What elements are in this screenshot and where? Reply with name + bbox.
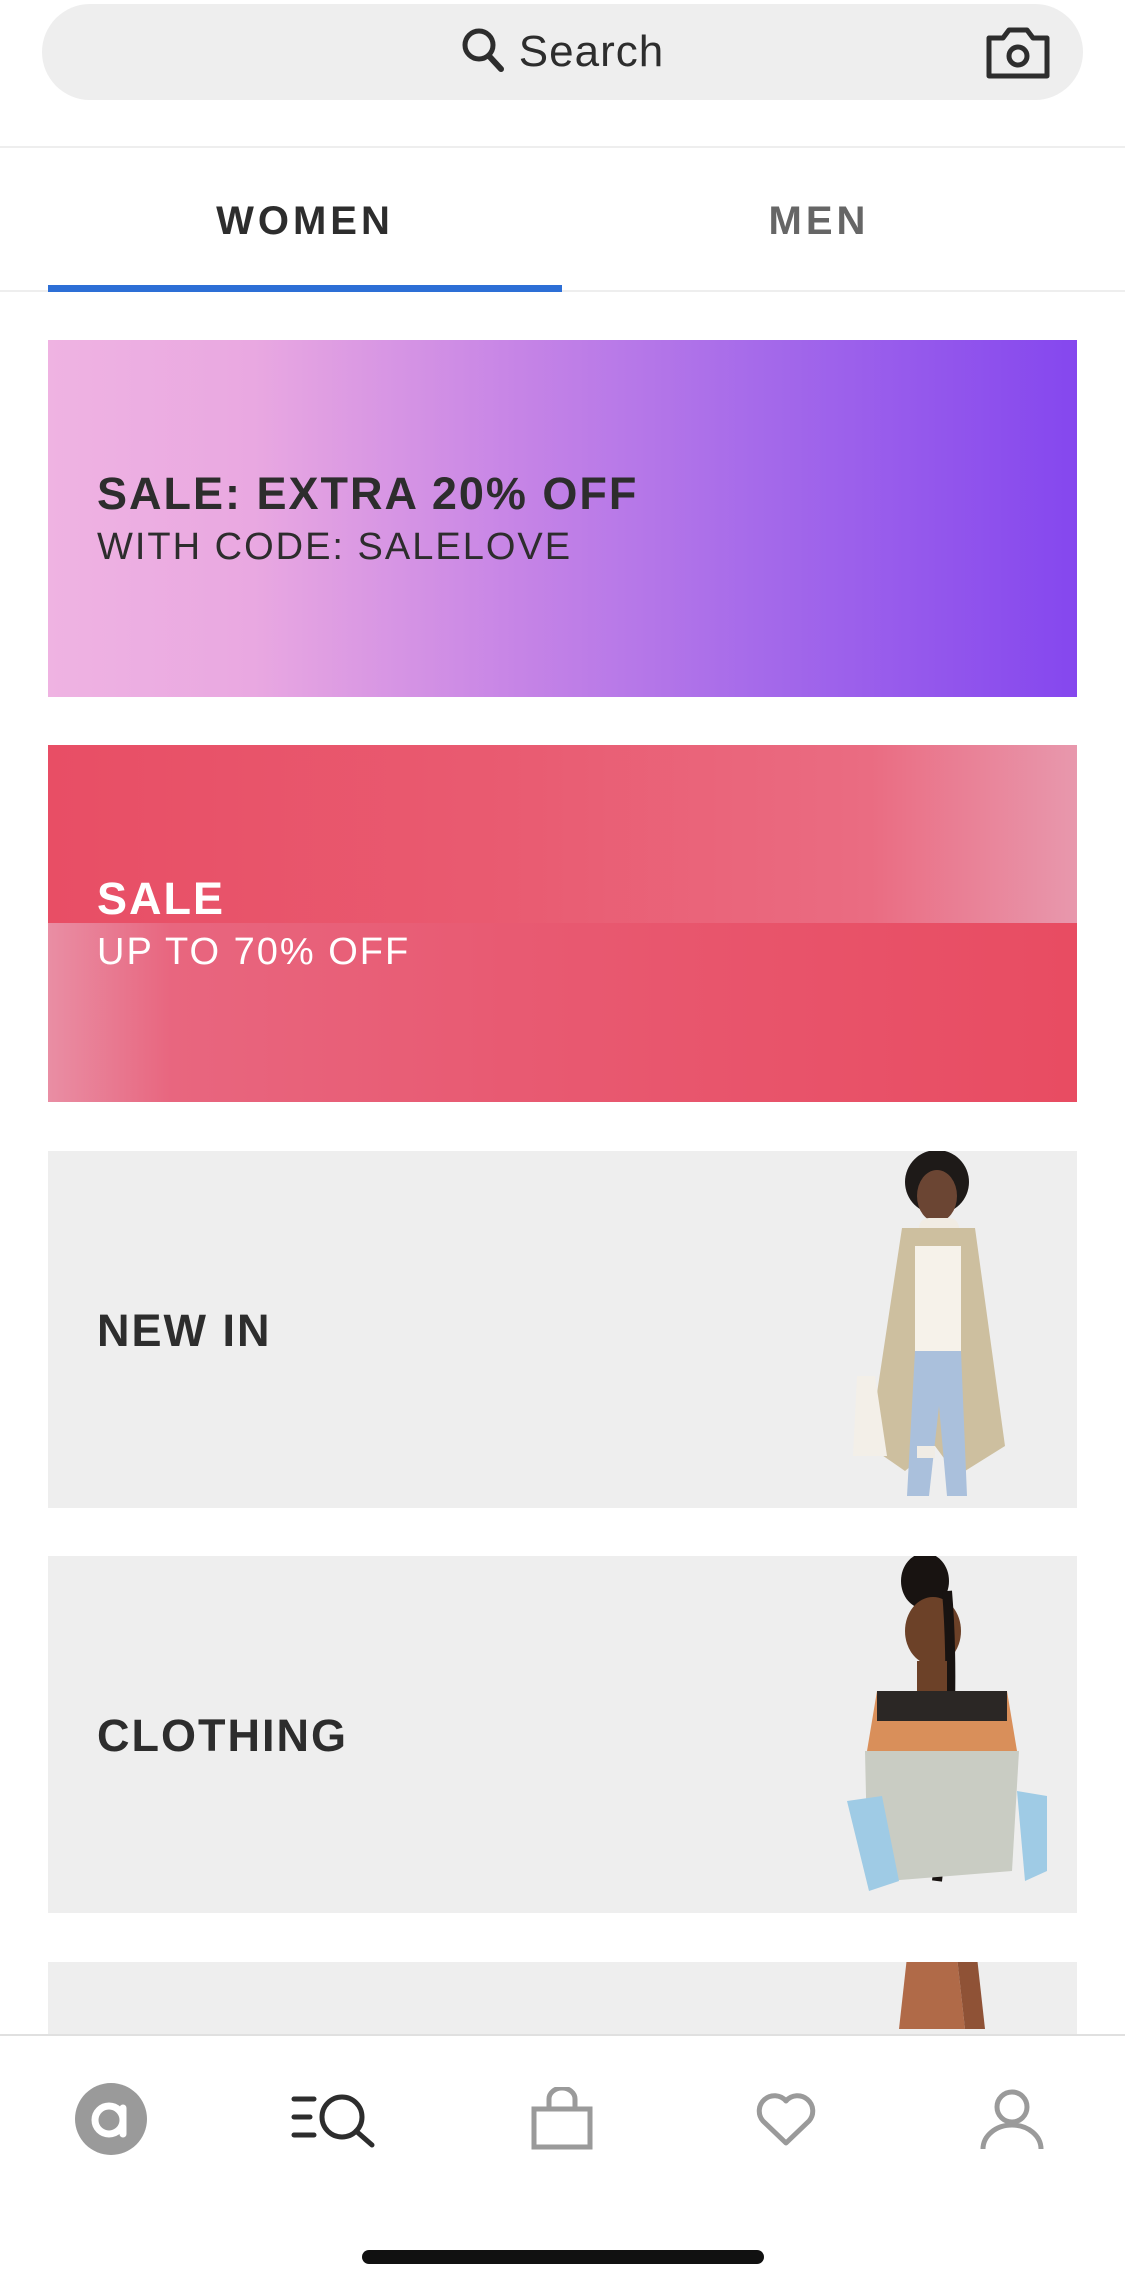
banner-title: NEW IN <box>97 1305 272 1356</box>
banner-extra-sale[interactable]: SALE: EXTRA 20% OFF WITH CODE: SALELOVE <box>48 340 1077 697</box>
nav-browse[interactable] <box>290 2076 380 2166</box>
banner-title: CLOTHING <box>97 1710 348 1761</box>
home-indicator <box>362 2250 764 2264</box>
banner-title: SALE: EXTRA 20% OFF <box>97 468 639 519</box>
search-placeholder: Search <box>518 27 665 76</box>
banner-clothing[interactable]: CLOTHING <box>48 1556 1077 1913</box>
nav-bag[interactable] <box>517 2076 607 2166</box>
active-tab-indicator <box>48 285 562 292</box>
tab-men[interactable]: MEN <box>562 150 1076 292</box>
bag-icon <box>529 2085 595 2156</box>
asos-logo-icon <box>74 2082 148 2161</box>
account-icon <box>979 2087 1045 2156</box>
banner-new-in[interactable]: NEW IN <box>48 1151 1077 1508</box>
model-image-coat <box>807 1151 1067 1508</box>
browse-search-icon <box>290 2089 380 2154</box>
tab-women[interactable]: WOMEN <box>48 150 562 292</box>
nav-home[interactable] <box>66 2076 156 2166</box>
search-icon <box>461 27 505 78</box>
bottom-navigation <box>0 2034 1125 2284</box>
heart-icon <box>753 2089 819 2154</box>
nav-saved[interactable] <box>741 2076 831 2166</box>
search-center: Search <box>42 4 1083 100</box>
camera-icon[interactable] <box>985 26 1051 80</box>
search-bar[interactable]: Search <box>42 4 1083 100</box>
gender-tabs: WOMEN MEN <box>0 150 1125 292</box>
model-image-top <box>807 1556 1067 1913</box>
banner-subtitle: WITH CODE: SALELOVE <box>97 526 573 568</box>
nav-account[interactable] <box>967 2076 1057 2166</box>
banner-partial[interactable] <box>48 1962 1077 2034</box>
banner-sale[interactable]: SALE UP TO 70% OFF <box>48 745 1077 1102</box>
model-image-partial <box>807 1962 1067 2034</box>
search-header: Search <box>0 0 1125 148</box>
banner-subtitle: UP TO 70% OFF <box>97 931 411 973</box>
banner-title: SALE <box>97 873 226 924</box>
